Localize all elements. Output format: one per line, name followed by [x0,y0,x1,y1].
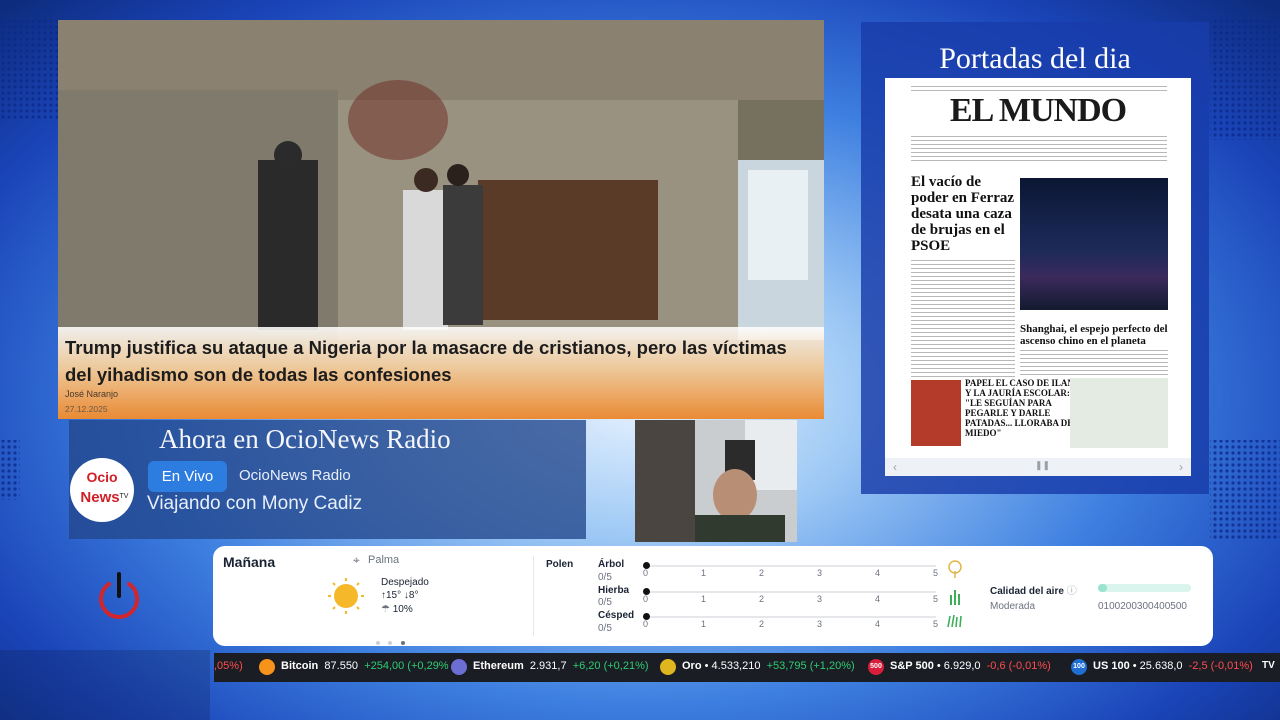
pollen-tree-name: Árbol [598,559,625,570]
pollen-scale-tick: 4 [875,619,881,629]
pollen-grass-name: Hierba [598,585,630,596]
pollen-scale-tick: 4 [875,568,881,578]
tree-icon [948,560,962,578]
radio-title: Ahora en OcioNews Radio [159,424,451,454]
air-quality-bar [1098,584,1191,592]
paper-teasers [911,136,1167,164]
pollen-grass-value: 0/5 [598,597,612,608]
svg-text:Ocio: Ocio [86,469,117,485]
paper-main-headline: El vacío de poder en Ferraz desata una c… [911,174,1015,254]
pollen-scale-tick: 1 [701,594,707,604]
pollen-lawn-track [646,616,936,618]
pollen-scale-tick: 2 [759,594,765,604]
prev-page-icon[interactable]: ‹ [893,460,897,474]
weather-condition: Despejado [381,577,429,588]
tradingview-logo[interactable]: TV [1262,660,1275,671]
front-pages-title: Portadas del dia [939,42,1131,75]
news-date: 27.12.2025 [65,404,108,414]
umbrella-icon: ☂ [381,604,390,615]
pollen-grass-track [646,591,936,593]
ticker-us100[interactable]: US 100 • 25.638,0 -2,5 (-0,01%) [1093,660,1253,672]
weather-panel: Mañana ⌖ Palma Despejado ↑15° ↓8° ☂ 10% … [213,546,1213,646]
ticker-bitcoin[interactable]: Bitcoin 87.550 +254,00 (+0,29% [281,660,449,672]
paper-photo-small [911,380,961,446]
pollen-scale-tick: 3 [817,568,823,578]
paper-ad [1070,378,1168,448]
next-page-icon[interactable]: › [1179,460,1183,474]
pollen-scale-tick: 2 [759,568,765,578]
carousel-dots[interactable] [376,632,405,650]
air-quality-title: Calidad del aire [990,586,1064,597]
pause-icon[interactable]: ❚❚ [1035,460,1050,471]
news-author: José Naranjo [65,389,119,399]
paper-body-text [911,260,1015,380]
sp500-icon: 500 [868,659,884,675]
paper-papel-headline: PAPEL EL CASO DE ILAN Y LA JAURÍA ESCOLA… [965,378,1074,438]
front-pages-panel: Portadas del dia EL MUNDO El vacío de po… [861,22,1209,494]
min-temp: 8° [408,590,419,601]
news-card[interactable]: Trump justifica su ataque a Nigeria por … [58,20,824,419]
pollen-label: Polen [546,559,574,570]
ticker-gold[interactable]: Oro • 4.533,210 +53,795 (+1,20%) [682,660,855,672]
paper-shanghai-headline: Shanghai, el espejo perfecto del ascenso… [1020,323,1168,347]
pollen-scale-tick: 5 [933,568,939,578]
bitcoin-icon [259,659,275,675]
svg-text:TV: TV [120,493,129,500]
power-icon[interactable] [95,572,143,620]
radio-now-playing: Ahora en OcioNews Radio Ocio News TV En … [69,420,586,539]
air-quality-status: Moderada [990,601,1036,612]
show-name: Viajando con Mony Cadiz [147,493,363,514]
max-temp: 15° [386,590,402,601]
pollen-scale-tick: 0 [643,568,649,578]
ethereum-icon [451,659,467,675]
ticker-ethereum[interactable]: Ethereum 2.931,7 +6,20 (+0,21%) [473,660,649,672]
gold-icon [660,659,676,675]
pollen-lawn-name: Césped [598,610,635,621]
pollen-scale-tick: 5 [933,619,939,629]
pollen-scale-tick: 5 [933,594,939,604]
pollen-lawn-value: 0/5 [598,623,612,634]
divider [533,556,534,636]
air-quality-fill [1098,584,1108,592]
pollen-scale-tick: 0 [643,619,649,629]
ticker-sp500[interactable]: S&P 500 • 6.929,0 -0,6 (-0,01%) [890,660,1051,672]
grass-icon [950,590,960,605]
us100-icon: 100 [1071,659,1087,675]
weather-day: Mañana [223,554,276,570]
air-quality-label: Calidad del aire ⓘ [990,582,1077,597]
radio-logo: Ocio News TV [70,458,134,522]
newspaper-front-page[interactable]: EL MUNDO El vacío de poder en Ferraz des… [885,78,1191,476]
market-ticker: ,05%) Bitcoin 87.550 +254,00 (+0,29% Eth… [214,653,1280,682]
pollen-scale-tick: 2 [759,619,765,629]
rain-chance: ☂ 10% [381,604,413,615]
pollen-scale-tick: 3 [817,619,823,629]
pollen-scale-tick: 4 [875,594,881,604]
newspaper-masthead: EL MUNDO [949,92,1127,129]
paper-body-text-2 [1020,350,1168,378]
pollen-scale-tick: 3 [817,594,823,604]
rain-value: 10% [392,604,413,615]
info-icon[interactable]: ⓘ [1067,586,1077,597]
paper-photo [1020,178,1168,310]
pollen-scale-tick: 1 [701,568,707,578]
svg-text:News: News [80,489,119,506]
pollen-tree-value: 0/5 [598,572,612,583]
air-quality-scale: 0100200300400500 [1098,601,1187,612]
weather-location: Palma [368,554,400,566]
temp-range: ↑15° ↓8° [381,590,418,601]
station-name: OcioNews Radio [239,467,351,484]
front-page-nav: ‹ ❚❚ › [885,458,1191,476]
news-headline[interactable]: Trump justifica su ataque a Nigeria por … [65,334,815,388]
ticker-fragment: ,05%) [214,660,243,672]
studio-webcam [635,420,797,542]
live-badge[interactable]: En Vivo [148,461,227,492]
location-pin-icon: ⌖ [353,553,360,567]
pollen-scale-tick: 0 [643,594,649,604]
lawn-icon [947,614,962,628]
sun-icon [328,578,364,614]
pollen-tree-track [646,565,936,567]
pollen-scale-tick: 1 [701,619,707,629]
